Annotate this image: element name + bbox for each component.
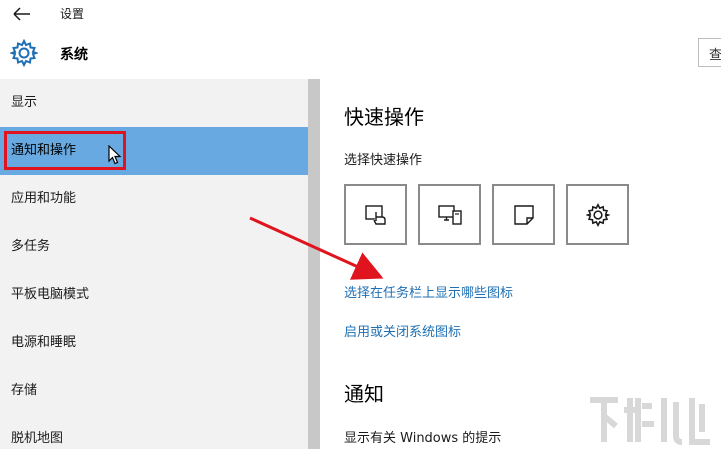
sidebar-item-power-sleep[interactable]: 电源和睡眠 [0,319,308,367]
settings-gear-icon [585,202,610,227]
project-icon [437,204,462,225]
sidebar-item-multitasking[interactable]: 多任务 [0,223,308,271]
back-arrow-icon [13,7,30,21]
back-button[interactable] [10,3,34,25]
sidebar-item-label: 存储 [11,383,38,398]
notifications-heading: 通知 [344,382,384,406]
sidebar-item-label: 平板电脑模式 [11,287,90,302]
quick-action-tile-note[interactable] [492,184,555,245]
sidebar-item-label: 多任务 [11,239,51,254]
sidebar-item-offline-maps[interactable]: 脱机地图 [0,415,308,463]
sidebar-item-label: 脱机地图 [11,431,64,446]
sidebar-item-apps[interactable]: 应用和功能 [0,175,308,223]
sidebar-item-display[interactable]: 显示 [0,79,308,127]
quick-actions-subtitle: 选择快速操作 [344,153,423,168]
watermark-logo [590,397,710,445]
tablet-mode-icon [364,204,386,225]
system-icons-link[interactable]: 启用或关闭系统图标 [344,321,461,340]
sidebar: 显示 通知和操作 应用和功能 多任务 平板电脑模式 电源和睡眠 存储 脱机地图 [0,79,308,449]
search-input[interactable]: 查 [698,38,721,67]
sidebar-scrollbar[interactable] [308,79,320,449]
window-title: 设置 [60,7,85,21]
note-icon [513,204,534,225]
page-header: 系统 查 [0,28,721,80]
quick-action-tile-project[interactable] [418,184,481,245]
sidebar-item-label: 应用和功能 [11,191,77,206]
search-placeholder: 查 [709,48,721,63]
sidebar-item-storage[interactable]: 存储 [0,367,308,415]
quick-action-tile-settings[interactable] [566,184,629,245]
system-gear-icon [8,38,40,68]
quick-action-tile-tablet[interactable] [344,184,407,245]
quick-actions-heading: 快速操作 [344,105,424,129]
page-title: 系统 [60,47,88,63]
sidebar-item-tablet-mode[interactable]: 平板电脑模式 [0,271,308,319]
title-bar: 设置 [0,0,721,28]
mouse-cursor-icon [108,145,122,165]
sidebar-item-label: 电源和睡眠 [11,335,77,350]
taskbar-icons-link[interactable]: 选择在任务栏上显示哪些图标 [344,282,513,301]
notifications-tips-label: 显示有关 Windows 的提示 [344,431,502,446]
sidebar-item-label: 显示 [11,95,38,110]
